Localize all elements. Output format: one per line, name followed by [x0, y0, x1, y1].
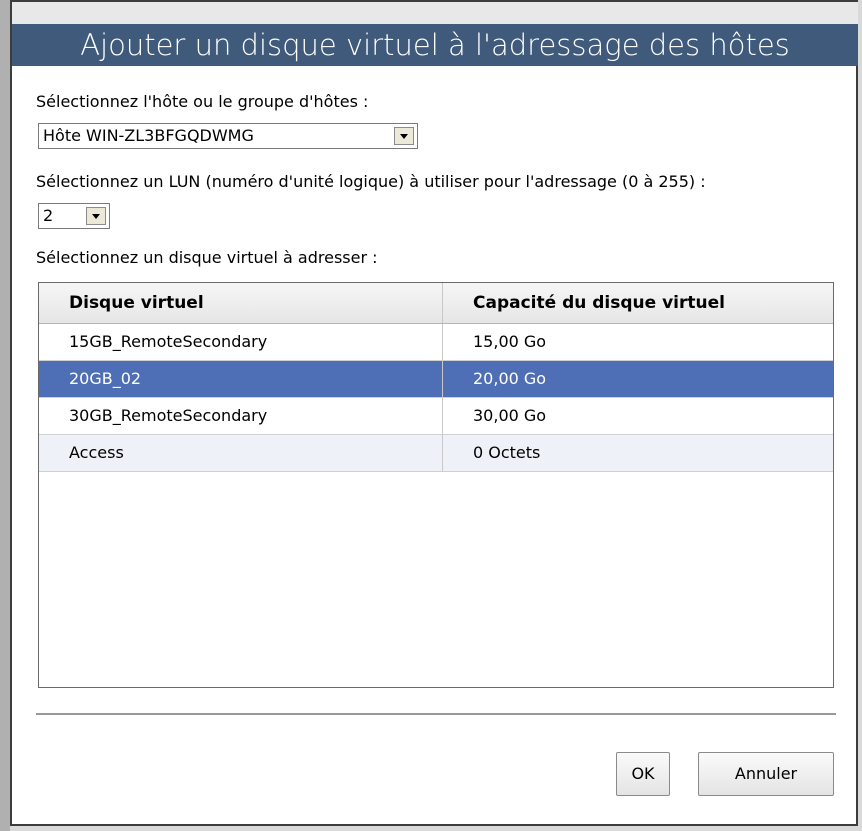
disk-capacity-cell: 15,00 Go — [473, 332, 547, 351]
lun-select-dropdown-button[interactable] — [86, 207, 106, 225]
ok-button[interactable]: OK — [616, 752, 670, 796]
host-select[interactable]: Hôte WIN-ZL3BFGQDWMG — [38, 123, 418, 149]
table-row[interactable]: 30GB_RemoteSecondary 30,00 Go — [39, 398, 833, 435]
virtual-disk-label: Sélectionnez un disque virtuel à adresse… — [36, 248, 378, 267]
add-virtual-disk-dialog: Ajouter un disque virtuel à l'adressage … — [10, 0, 858, 826]
table-row[interactable]: 20GB_02 20,00 Go — [39, 361, 833, 398]
lun-select-label: Sélectionnez un LUN (numéro d'unité logi… — [36, 172, 706, 191]
lun-select[interactable]: 2 — [38, 203, 110, 229]
host-select-value: Hôte WIN-ZL3BFGQDWMG — [43, 126, 254, 145]
host-select-label: Sélectionnez l'hôte ou le groupe d'hôtes… — [36, 92, 369, 111]
disk-capacity-cell: 30,00 Go — [473, 406, 547, 425]
lun-select-value: 2 — [43, 206, 54, 225]
cancel-button[interactable]: Annuler — [698, 752, 834, 796]
column-header-virtual-disk[interactable]: Disque virtuel — [39, 283, 443, 323]
disk-name-cell: 30GB_RemoteSecondary — [39, 398, 443, 434]
chevron-down-icon — [400, 133, 408, 139]
dialog-top-strip — [12, 2, 858, 24]
chevron-down-icon — [92, 213, 100, 219]
backdrop-edge — [0, 0, 10, 831]
dialog-divider — [36, 713, 836, 716]
virtual-disk-table: Disque virtuel Capacité du disque virtue… — [38, 282, 834, 688]
disk-name-cell: Access — [39, 435, 443, 471]
table-header: Disque virtuel Capacité du disque virtue… — [39, 283, 833, 324]
host-select-dropdown-button[interactable] — [394, 127, 414, 145]
dialog-title: Ajouter un disque virtuel à l'adressage … — [12, 24, 858, 66]
disk-name-cell: 20GB_02 — [39, 361, 443, 397]
disk-name-cell: 15GB_RemoteSecondary — [39, 324, 443, 360]
disk-capacity-cell: 20,00 Go — [473, 369, 547, 388]
column-header-capacity[interactable]: Capacité du disque virtuel — [443, 283, 833, 323]
disk-capacity-cell: 0 Octets — [473, 443, 541, 462]
table-row[interactable]: 15GB_RemoteSecondary 15,00 Go — [39, 324, 833, 361]
table-row[interactable]: Access 0 Octets — [39, 435, 833, 472]
